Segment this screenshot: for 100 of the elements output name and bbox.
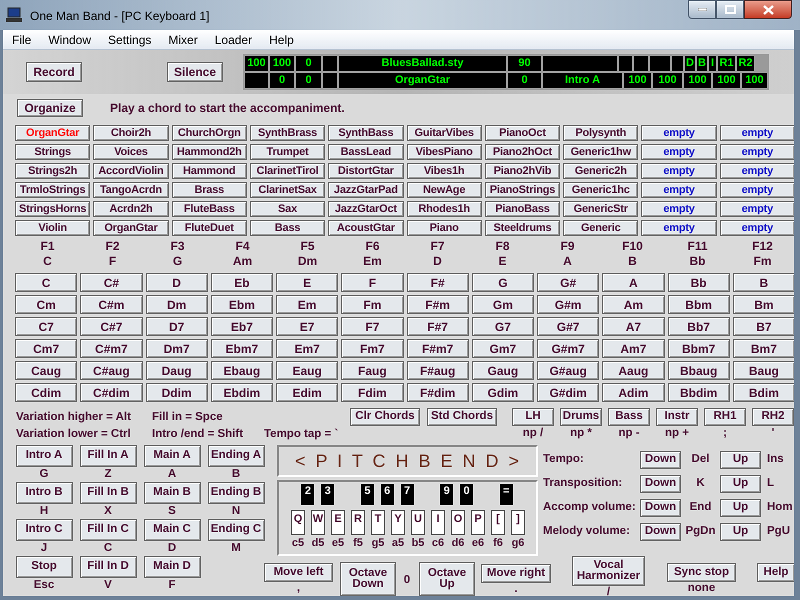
chord-button[interactable]: Ebdim	[210, 383, 273, 402]
instrument-button[interactable]: BassLead	[328, 144, 404, 160]
section-button[interactable]: Main B	[144, 482, 200, 504]
natural-key[interactable]: T	[371, 510, 385, 535]
menu-item[interactable]: File	[12, 30, 32, 48]
instrument-button[interactable]: PianoOct	[484, 125, 560, 141]
chord-button[interactable]: Am	[602, 295, 664, 314]
chord-button[interactable]: F	[341, 273, 404, 292]
section-button[interactable]: Ending C	[208, 519, 264, 541]
chord-button[interactable]: F#aug	[406, 361, 469, 380]
chord-button[interactable]: Bbaug	[668, 361, 730, 380]
chord-button[interactable]: Gm7	[472, 339, 534, 358]
instrument-button[interactable]: Acrdn2h	[93, 201, 169, 217]
chord-button[interactable]: B	[732, 273, 794, 292]
instrument-button[interactable]: Voices	[93, 144, 169, 160]
chord-button[interactable]: C7	[15, 317, 78, 336]
instrument-button[interactable]: ClarinetSax	[250, 182, 326, 198]
instrument-button[interactable]: Hammond2h	[172, 144, 247, 160]
chord-button[interactable]: Dm7	[146, 339, 208, 358]
chord-button[interactable]: Gdim	[472, 383, 534, 402]
chord-button[interactable]: Eb7	[210, 317, 273, 336]
instrument-button[interactable]: Hammond	[172, 163, 247, 179]
part-button[interactable]: Bass	[608, 408, 650, 426]
chord-button[interactable]: Am7	[602, 339, 664, 358]
instrument-button[interactable]: TrmloStrings	[15, 182, 90, 198]
instrument-button[interactable]: NewAge	[406, 182, 482, 198]
up-button[interactable]: Up	[720, 475, 761, 493]
chord-button[interactable]: D7	[146, 317, 208, 336]
menu-item[interactable]: Window	[48, 30, 92, 48]
chord-button[interactable]: Em	[276, 295, 338, 314]
chord-button[interactable]: F#m7	[406, 339, 469, 358]
natural-key[interactable]: E	[331, 510, 345, 535]
instrument-button[interactable]: Piano2hOct	[484, 144, 560, 160]
natural-key[interactable]: I	[431, 510, 445, 535]
chord-button[interactable]: Ebaug	[210, 361, 273, 380]
up-button[interactable]: Up	[720, 451, 761, 469]
record-button[interactable]: Record	[26, 62, 82, 82]
up-button[interactable]: Up	[720, 523, 761, 541]
instrument-button[interactable]: FluteDuet	[172, 220, 247, 236]
instrument-button[interactable]: Piano	[406, 220, 482, 236]
instrument-button[interactable]: empty	[720, 201, 794, 217]
chord-button[interactable]: Bb	[668, 273, 730, 292]
instrument-button[interactable]: empty	[720, 144, 794, 160]
section-button[interactable]: Fill In B	[80, 482, 136, 504]
instrument-button[interactable]: Generic2h	[563, 163, 638, 179]
organize-button[interactable]: Organize	[17, 98, 83, 116]
chord-button[interactable]: C#dim	[80, 383, 142, 402]
natural-key[interactable]: W	[311, 510, 325, 535]
sharp-key[interactable]: 0	[460, 484, 474, 505]
chord-button[interactable]: G#m7	[537, 339, 600, 358]
instrument-button[interactable]: Choir2h	[93, 125, 169, 141]
instrument-button[interactable]: Trumpet	[250, 144, 326, 160]
instrument-button[interactable]: empty	[720, 163, 794, 179]
silence-button[interactable]: Silence	[167, 62, 223, 82]
instrument-button[interactable]: empty	[720, 220, 794, 236]
menu-item[interactable]: Mixer	[168, 30, 198, 48]
down-button[interactable]: Down	[640, 451, 681, 469]
instrument-button[interactable]: Sax	[250, 201, 326, 217]
chord-button[interactable]: C#7	[80, 317, 142, 336]
up-button[interactable]: Up	[720, 499, 761, 517]
chord-button[interactable]: Edim	[276, 383, 338, 402]
chord-button[interactable]: B7	[732, 317, 794, 336]
chord-button[interactable]: Gaug	[472, 361, 534, 380]
section-button[interactable]: Main C	[144, 519, 200, 541]
section-button[interactable]: Main D	[144, 556, 200, 578]
section-button[interactable]: Main A	[144, 445, 200, 467]
chord-button[interactable]: Cm	[15, 295, 78, 314]
section-button[interactable]: Intro A	[16, 445, 72, 467]
instrument-button[interactable]: VibesPiano	[406, 144, 482, 160]
instrument-button[interactable]: PianoBass	[484, 201, 560, 217]
instrument-button[interactable]: Bass	[250, 220, 326, 236]
chord-button[interactable]: E7	[276, 317, 338, 336]
control-button[interactable]: Octave Up	[419, 562, 475, 596]
sharp-key[interactable]: 7	[400, 484, 414, 505]
instrument-button[interactable]: empty	[641, 125, 717, 141]
chord-button[interactable]: A7	[602, 317, 664, 336]
chord-button[interactable]: Dm	[146, 295, 208, 314]
chord-button[interactable]: C#	[80, 273, 142, 292]
part-button[interactable]: RH1	[704, 408, 746, 426]
chord-button[interactable]: Bbm	[668, 295, 730, 314]
instrument-button[interactable]: empty	[641, 182, 717, 198]
instrument-button[interactable]: empty	[641, 201, 717, 217]
chord-button[interactable]: G7	[472, 317, 534, 336]
chord-button[interactable]: Eaug	[276, 361, 338, 380]
section-button[interactable]: Fill In C	[80, 519, 136, 541]
instrument-button[interactable]: Brass	[172, 182, 247, 198]
chord-button[interactable]: Bm7	[732, 339, 794, 358]
instrument-button[interactable]: PianoStrings	[484, 182, 560, 198]
natural-key[interactable]: P	[471, 510, 485, 535]
natural-key[interactable]: [	[491, 510, 505, 535]
chord-button[interactable]: Cm7	[15, 339, 78, 358]
instrument-button[interactable]: Violin	[15, 220, 90, 236]
instrument-button[interactable]: SynthBass	[328, 125, 404, 141]
chord-button[interactable]: C#m	[80, 295, 142, 314]
down-button[interactable]: Down	[640, 523, 681, 541]
menu-item[interactable]: Help	[269, 30, 294, 48]
instrument-button[interactable]: Generic1hc	[563, 182, 638, 198]
chord-button[interactable]: Em7	[276, 339, 338, 358]
instrument-button[interactable]: empty	[720, 182, 794, 198]
instrument-button[interactable]: Piano2hVib	[484, 163, 560, 179]
